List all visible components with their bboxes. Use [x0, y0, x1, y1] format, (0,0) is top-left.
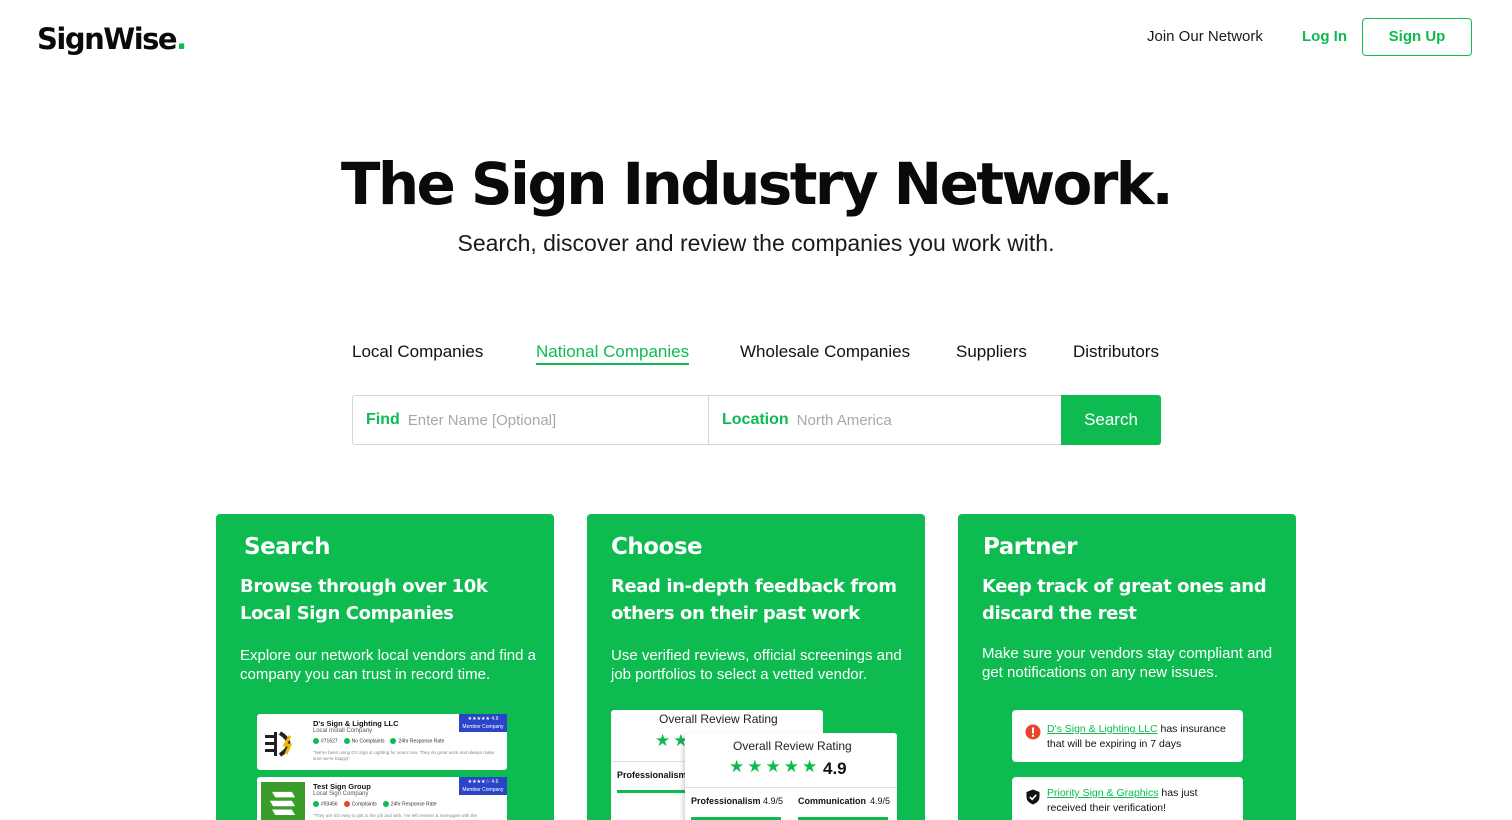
location-field: Location — [709, 396, 1061, 444]
notification-text: D's Sign & Lighting LLC has insurance th… — [1047, 722, 1237, 752]
complaints-stat: No Complaints — [343, 738, 385, 745]
find-label: Find — [366, 411, 400, 428]
response-label: 24hr Response Rate — [398, 738, 445, 745]
login-link[interactable]: Log In — [1302, 28, 1347, 45]
site-header: SignWise. Join Our Network Log In Sign U… — [0, 0, 1512, 80]
alert-icon — [343, 801, 350, 807]
feature-card-choose: Choose Read in-depth feedback from other… — [587, 514, 925, 820]
card-description: Use verified reviews, official screening… — [611, 647, 902, 683]
listing-type: Local Install Company — [313, 728, 373, 734]
card-description: Make sure your vendors stay compliant an… — [982, 645, 1273, 681]
alert-icon — [1025, 724, 1041, 740]
listing-quote: "We've been using D's Sign & Lighting fo… — [313, 750, 495, 761]
license-number: #93456 — [321, 801, 338, 808]
notification-card: D's Sign & Lighting LLC has insurance th… — [1012, 710, 1243, 762]
member-badge: ★★★★★ 4.9 Member Company — [459, 714, 507, 732]
find-field: Find — [353, 396, 709, 444]
review-category-value: 4.9/5 — [763, 796, 784, 806]
company-listing: Test Sign Group Local Sign Company ★★★★☆… — [257, 777, 507, 820]
card-description: Explore our network local vendors and fi… — [240, 647, 537, 683]
review-title: Overall Review Rating — [659, 712, 778, 726]
tab-distributors[interactable]: Distributors — [1073, 342, 1159, 362]
search-bar: Find Location Search — [352, 395, 1161, 445]
complaints-label: No Complaints — [351, 738, 385, 745]
feature-card-partner: Partner Keep track of great ones and dis… — [958, 514, 1296, 820]
location-label: Location — [722, 411, 789, 428]
listing-stats: #93456 Complaints 24hr Response Rate — [313, 801, 437, 807]
overall-rating-value: 4.9 — [823, 759, 847, 778]
tab-wholesale-companies[interactable]: Wholesale Companies — [740, 342, 910, 362]
hero-subtitle: Search, discover and review the companie… — [457, 230, 1055, 256]
review-category: Professionalism — [691, 796, 761, 806]
clock-icon — [390, 738, 397, 744]
tab-national-companies[interactable]: National Companies — [536, 342, 690, 365]
review-category-value: 4.9/5 — [870, 796, 891, 806]
feature-card-search: Search Browse through over 10k Local Sig… — [216, 514, 554, 820]
member-badge: ★★★★☆ 4.6 Member Company — [459, 777, 507, 795]
logo-text: SignWise — [37, 22, 178, 56]
badge-rating: ★★★★★ 4.9 — [467, 716, 499, 722]
company-listing: D's Sign & Lighting LLC Local Install Co… — [257, 714, 507, 770]
test-sign-logo-icon — [261, 782, 305, 820]
review-title: Overall Review Rating — [733, 739, 852, 753]
signwise-logo[interactable]: SignWise. — [37, 22, 187, 56]
license-stat: #71627 — [313, 738, 338, 744]
card-heading: Read in-depth feedback from others on th… — [611, 576, 897, 624]
logo-dot: . — [176, 22, 187, 56]
card-title: Choose — [611, 534, 703, 560]
badge-label: Member Company — [462, 724, 504, 730]
license-icon — [313, 738, 319, 744]
license-stat: #93456 — [313, 801, 338, 807]
review-category: Communication — [798, 796, 867, 806]
card-heading: Browse through over 10k Local Sign Compa… — [240, 576, 488, 624]
response-stat: 24hr Response Rate — [390, 738, 444, 744]
company-link[interactable]: Priority Sign & Graphics — [1047, 787, 1158, 799]
listing-type: Local Sign Company — [313, 791, 369, 797]
join-network-link[interactable]: Join Our Network — [1147, 28, 1263, 45]
review-category: Professionalism — [617, 770, 687, 780]
tab-local-companies[interactable]: Local Companies — [352, 342, 483, 362]
badge-label: Member Company — [462, 787, 504, 793]
verified-shield-icon — [1026, 789, 1040, 805]
card-title: Search — [244, 534, 331, 560]
star-rating-icon: ★★★★★ — [729, 757, 821, 776]
complaints-label: Complaints — [351, 801, 377, 808]
divider — [685, 787, 897, 788]
notification-text: Priority Sign & Graphics has just receiv… — [1047, 786, 1237, 816]
check-icon — [343, 738, 350, 744]
complaints-stat: Complaints — [343, 801, 377, 808]
listing-name: Test Sign Group — [313, 782, 371, 791]
listing-stats: #71627 No Complaints 24hr Response Rate — [313, 738, 444, 744]
listing-name: D's Sign & Lighting LLC — [313, 719, 399, 728]
company-type-tabs: Local Companies National Companies Whole… — [0, 342, 1512, 372]
badge-rating: ★★★★☆ 4.6 — [467, 779, 499, 785]
card-heading: Keep track of great ones and discard the… — [982, 576, 1267, 624]
company-link[interactable]: D's Sign & Lighting LLC — [1047, 723, 1158, 735]
rating-bar — [617, 790, 685, 793]
tab-suppliers[interactable]: Suppliers — [956, 342, 1027, 362]
response-stat: 24hr Response Rate — [382, 801, 437, 808]
review-rating-card: Overall Review Rating ★★★★★ 4.9 Professi… — [685, 733, 897, 820]
card-title: Partner — [983, 534, 1077, 560]
location-input[interactable] — [796, 411, 1017, 429]
hero-title: The Sign Industry Network. — [340, 150, 1174, 218]
response-label: 24hr Response Rate — [390, 801, 437, 808]
listing-quote: "They are SO easy to get to the job and … — [313, 813, 478, 818]
license-icon — [313, 801, 319, 807]
notification-card: Priority Sign & Graphics has just receiv… — [1012, 777, 1243, 820]
find-input[interactable] — [407, 411, 628, 429]
license-number: #71627 — [321, 738, 338, 745]
signup-button[interactable]: Sign Up — [1362, 18, 1472, 56]
ds-sign-logo-icon — [265, 731, 293, 757]
search-button[interactable]: Search — [1061, 395, 1161, 445]
clock-icon — [382, 801, 389, 807]
